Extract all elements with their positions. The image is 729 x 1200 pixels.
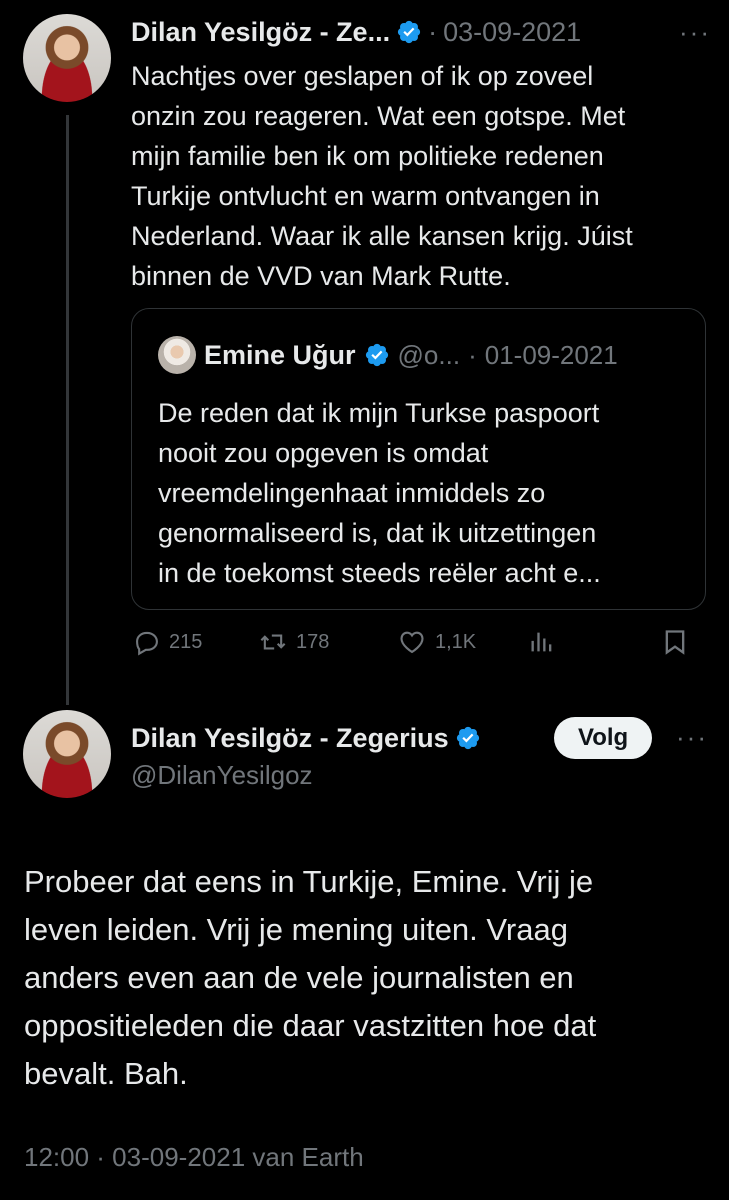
quoted-tweet-card[interactable]: Emine Uğur @o... · 01-09-2021 De reden d… — [131, 308, 706, 610]
thread-line — [66, 115, 69, 705]
verified-badge-icon — [456, 726, 479, 750]
quote-author-name[interactable]: Emine Uğur — [204, 340, 356, 371]
reply-icon — [136, 631, 158, 656]
tweet2-line: anders even aan de vele journalisten en — [24, 960, 574, 995]
quote-line: in de toekomst steeds reëler acht e... — [158, 558, 601, 588]
verified-badge-icon — [397, 20, 421, 44]
quote-date: 01-09-2021 — [484, 339, 618, 370]
reply-button[interactable]: 215 — [133, 624, 202, 660]
quote-line: nooit zou opgeven is omdat — [158, 438, 489, 468]
quote-header: Emine Uğur @o... · 01-09-2021 — [158, 336, 698, 374]
avatar-dilan[interactable] — [23, 14, 111, 102]
tweet1-line: mijn familie ben ik om politieke redenen — [131, 141, 604, 171]
tweet2-line: bevalt. Bah. — [24, 1056, 188, 1091]
tweet1-text: Nachtjes over geslapen of ik op zoveel o… — [131, 56, 721, 296]
tweet2-timestamp[interactable]: 12:00 · 03-09-2021 van Earth — [24, 1142, 364, 1173]
quote-avatar[interactable] — [158, 336, 196, 374]
tweet1-line: Nachtjes over geslapen of ik op zoveel — [131, 61, 594, 91]
bookmark-button[interactable] — [661, 624, 689, 660]
tweet1-line: onzin zou reageren. Wat een gotspe. Met — [131, 101, 626, 131]
tweet1-separator: · — [428, 16, 438, 47]
bookmark-icon — [665, 630, 685, 655]
quote-separator: · — [468, 339, 477, 370]
follow-button[interactable]: Volg — [554, 717, 653, 759]
reply-count: 215 — [169, 630, 203, 653]
tweet1-line: Turkije ontvlucht en warm ontvangen in — [131, 181, 600, 211]
tweet2-line: Probeer dat eens in Turkije, Emine. Vrij… — [24, 864, 594, 899]
like-count: 1,1K — [435, 630, 477, 653]
tweet2-line: leven leiden. Vrij je mening uiten. Vraa… — [24, 912, 568, 947]
avatar-dilan[interactable] — [23, 710, 111, 798]
tweet2-line: oppositieleden die daar vastzitten hoe d… — [24, 1008, 597, 1043]
quote-text: De reden dat ik mijn Turkse paspoort noo… — [158, 393, 698, 593]
analytics-icon — [531, 632, 552, 652]
tweet1-line: binnen de VVD van Mark Rutte. — [131, 261, 511, 291]
quote-line: De reden dat ik mijn Turkse paspoort — [158, 398, 600, 428]
tweet2-header: Dilan Yesilgöz - Zegerius — [131, 718, 481, 758]
tweet1-author-name[interactable]: Dilan Yesilgöz - Ze... — [131, 17, 390, 48]
retweet-icon — [260, 634, 286, 650]
retweet-count: 178 — [296, 630, 330, 653]
tweet1-line: Nederland. Waar ik alle kansen krijg. Jú… — [131, 221, 633, 251]
tweet2-author-name[interactable]: Dilan Yesilgöz - Zegerius — [131, 723, 449, 754]
tweet2-text: Probeer dat eens in Turkije, Emine. Vrij… — [24, 858, 714, 1098]
verified-badge-icon — [365, 343, 388, 367]
quote-line: genormaliseerd is, dat ik uitzettingen — [158, 518, 597, 548]
tweet1-date[interactable]: 03-09-2021 — [443, 17, 581, 48]
views-button[interactable] — [528, 624, 556, 660]
tweet2-handle[interactable]: @DilanYesilgoz — [131, 760, 313, 791]
quote-handle: @o... — [397, 339, 461, 370]
tweet1-header: Dilan Yesilgöz - Ze... · 03-09-2021 ··· — [131, 14, 711, 50]
like-button[interactable]: 1,1K — [397, 624, 476, 660]
retweet-button[interactable]: 178 — [258, 624, 329, 660]
quote-line: vreemdelingenhaat inmiddels zo — [158, 478, 546, 508]
heart-icon — [400, 631, 424, 654]
tweet1-more-icon[interactable]: ··· — [679, 17, 711, 48]
tweet2-more-icon[interactable]: ··· — [676, 722, 708, 753]
